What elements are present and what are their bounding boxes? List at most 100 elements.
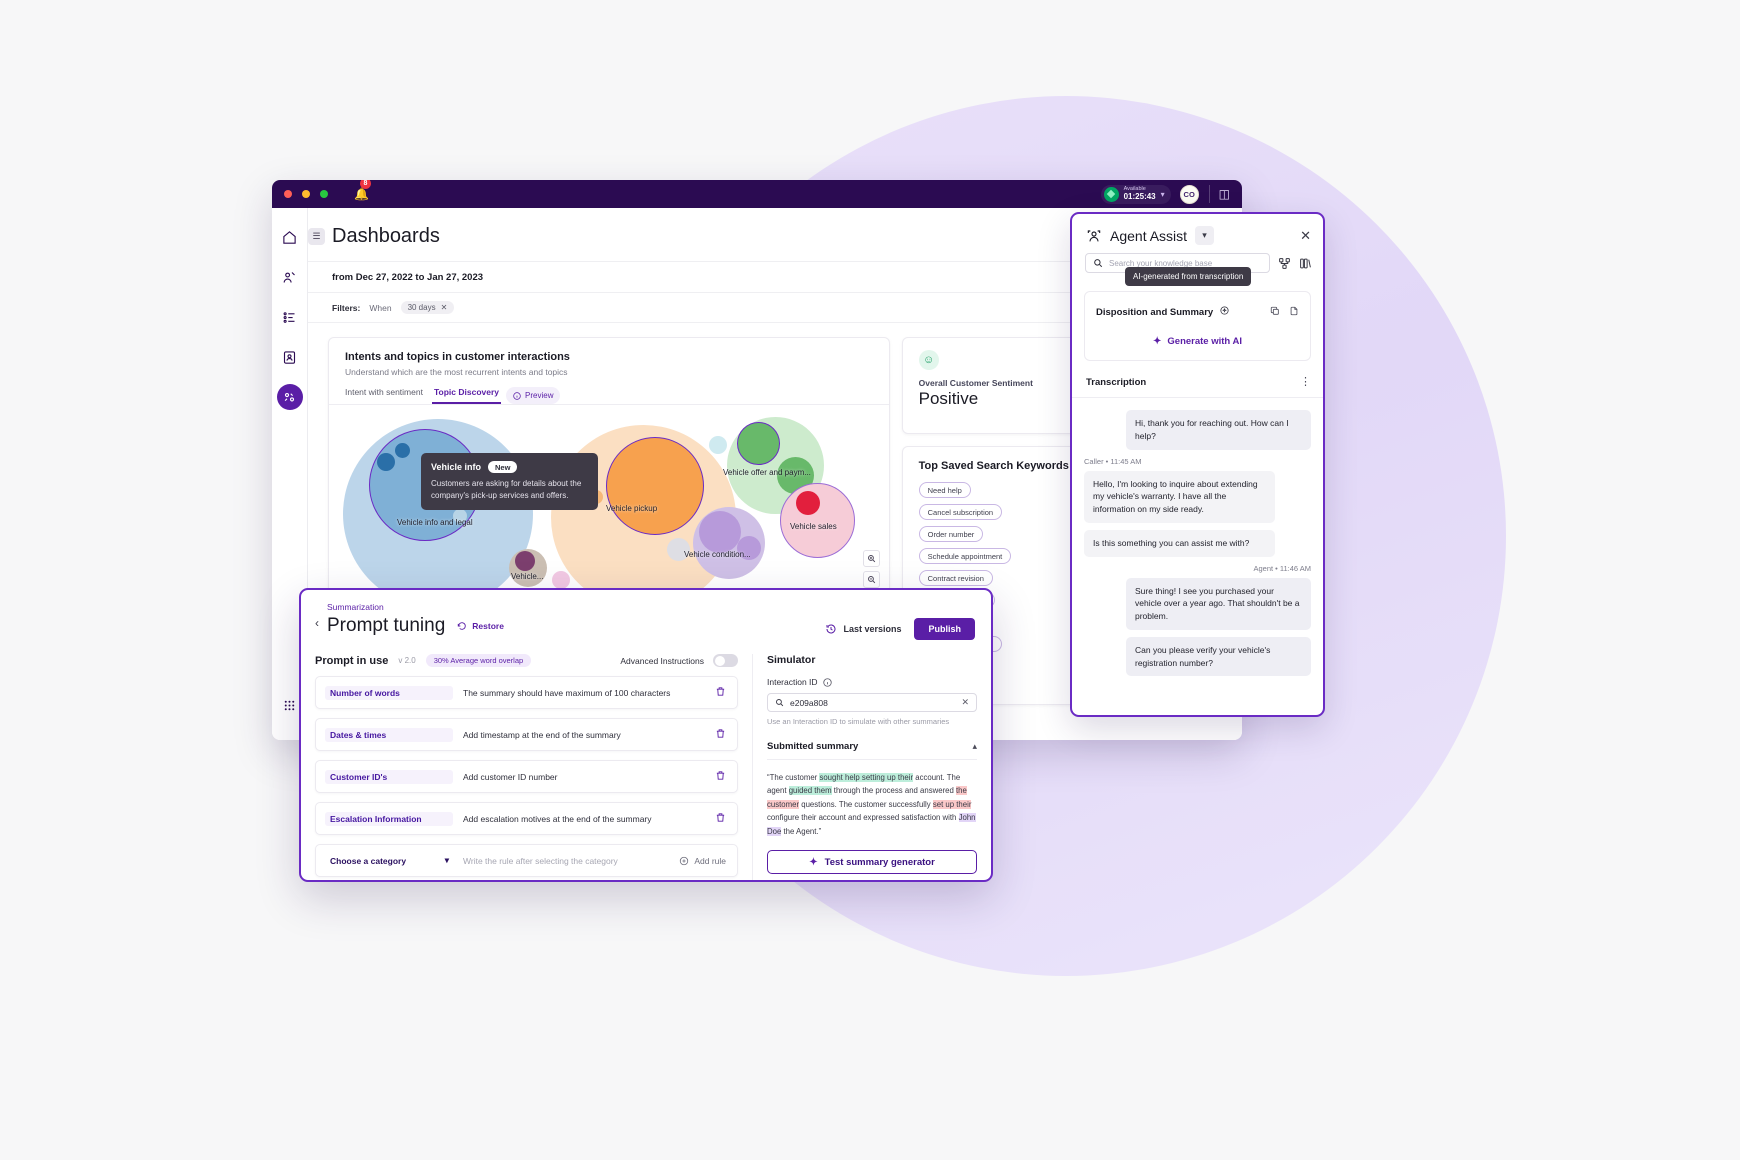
ai-sparkle-icon[interactable] [1219,303,1230,321]
close-icon[interactable]: ✕ [441,303,448,312]
window-minimize-dot[interactable] [302,190,310,198]
sparkle-icon: ✦ [809,856,818,868]
interaction-id-label: Interaction ID [767,677,818,687]
analytics-icon [284,392,295,401]
keyword-chip[interactable]: Contract revision [918,570,993,586]
avatar[interactable]: CO [1179,184,1199,204]
keyword-chip[interactable]: Need help [918,482,971,498]
generate-with-ai-button[interactable]: ✦ Generate with AI [1096,336,1299,347]
smiley-icon: ☺ [918,350,939,370]
keyword-chip[interactable]: Order number [918,526,984,542]
restore-button[interactable]: Restore [457,621,504,631]
active-filters-left: Filters: When 30 days ✕ [332,301,455,314]
interaction-id-input[interactable]: e209a808 ✕ [767,693,977,712]
delete-rule-icon[interactable] [715,812,726,826]
copy-glyph [1270,306,1279,315]
tab-intent-with-sentiment[interactable]: Intent with sentiment [345,387,434,404]
prompt-rule-row[interactable]: Escalation Information Add escalation mot… [315,802,738,835]
restore-icon [458,622,467,630]
bubble-green-small-2[interactable] [709,436,727,454]
delete-rule-icon[interactable] [715,728,726,742]
bubble-blue-small-1[interactable] [377,453,395,471]
delete-rule-icon[interactable] [715,770,726,784]
zoom-out-icon [867,576,875,584]
preview-badge: Preview [506,387,561,404]
delete-rule-icon[interactable] [715,686,726,700]
prompt-rules-list: Number of words The summary should have m… [315,676,738,835]
rule-row-new[interactable]: Choose a category ▾ Write the rule after… [315,844,738,877]
prompt-tuning-modal: ‹ Summarization Prompt tuning Restore La… [299,588,993,882]
prompt-rule-row[interactable]: Number of words The summary should have m… [315,676,738,709]
clear-input-icon[interactable]: ✕ [961,697,969,708]
sidebar-item-home[interactable] [277,224,303,250]
choose-category-select[interactable]: Choose a category ▾ [325,853,453,868]
tab-topic-discovery[interactable]: Topic Discovery [431,387,510,404]
word-overlap-badge: 30% Average word overlap [425,654,532,667]
test-summary-generator-button[interactable]: ✦ Test summary generator [767,850,977,875]
chevron-down-icon[interactable]: ▾ [1161,190,1165,199]
sidebar-item-analytics[interactable] [276,384,303,410]
bubble-blue-small-2[interactable] [395,443,410,458]
share-node-icon[interactable] [1278,257,1291,270]
bubble-vehicle-offer-payment[interactable] [737,422,780,465]
info-icon[interactable] [822,677,832,687]
info-icon [513,391,521,400]
summary-text: configure their account and expressed sa… [767,813,959,823]
nav-collapse-handle[interactable]: ☰ [308,228,325,245]
notifications-button[interactable]: 🔔 8 [354,180,371,203]
advanced-instructions-toggle[interactable] [713,654,738,667]
chevron-up-icon[interactable]: ▴ [972,741,977,752]
add-rule-button[interactable]: Add rule [679,856,726,866]
bubble-purple-small-1[interactable] [699,511,741,553]
bubble-vehicle-sales[interactable] [780,483,855,558]
sidebar-item-contacts[interactable] [277,344,303,370]
bubble-misc-small-1[interactable] [515,551,535,571]
bubble-pink-small-1[interactable] [796,491,820,515]
side-panel-toggle-icon[interactable]: ◫ [1219,187,1230,201]
home-icon [283,230,296,244]
close-icon[interactable]: ✕ [1300,228,1311,244]
test-summary-generator-label: Test summary generator [824,856,935,868]
publish-button[interactable]: Publish [914,618,975,640]
prompt-modal-title-block: Summarization Prompt tuning Restore [327,602,504,637]
last-versions-button[interactable]: Last versions [825,623,901,635]
date-range-text: from Dec 27, 2022 to Jan 27, 2023 [332,271,484,283]
window-close-dot[interactable] [284,190,292,198]
bubble-misc-small-2[interactable] [552,571,570,589]
rule-text[interactable]: Add timestamp at the end of the summary [463,730,715,740]
document-icon[interactable] [1289,306,1299,319]
prompt-modal-title-row: Prompt tuning Restore [327,615,504,637]
chevron-down-icon[interactable]: ▾ [1195,226,1215,245]
submitted-summary-header[interactable]: Submitted summary ▴ [767,741,977,760]
prompt-rules-pane: Prompt in use v 2.0 30% Average word ove… [301,654,753,880]
filter-chip-30-days[interactable]: 30 days ✕ [400,301,455,314]
zoom-in-button[interactable] [862,550,880,567]
rule-text[interactable]: Add customer ID number [463,772,715,782]
magic-wand-icon [1220,306,1229,315]
titlebar-right-group: Available 01:25:43 ▾ CO ◫ [1100,180,1242,208]
bubble-chart[interactable]: Vehicle info and legal Vehicle pickup Ve… [329,405,889,615]
new-rule-input[interactable]: Write the rule after selecting the categ… [463,856,679,866]
back-button[interactable]: ‹ [311,602,327,630]
status-timer: 01:25:43 [1123,191,1156,201]
rule-text[interactable]: The summary should have maximum of 100 c… [463,688,715,698]
bubble-tooltip-badge: New [488,461,518,473]
sidebar-item-queues[interactable] [277,304,303,330]
keyword-chip[interactable]: Schedule appointment [918,548,1012,564]
more-options-icon[interactable]: ⋮ [1300,377,1311,387]
rule-text[interactable]: Add escalation motives at the end of the… [463,814,715,824]
keyword-chip[interactable]: Cancel subscription [918,504,1003,520]
interaction-id-label-row: Interaction ID [767,677,977,687]
window-maximize-dot[interactable] [320,190,328,198]
chat-message: Hi, thank you for reaching out. How can … [1126,410,1311,450]
prompt-rule-row[interactable]: Customer ID's Add customer ID number [315,760,738,793]
bubble-vehicle-pickup[interactable] [606,437,704,535]
sidebar-item-agents[interactable] [277,264,303,290]
copy-icon[interactable] [1270,306,1280,319]
books-icon [1300,258,1311,268]
agent-status-pill[interactable]: Available 01:25:43 ▾ [1100,184,1171,204]
library-icon[interactable] [1299,257,1312,270]
breadcrumb[interactable]: Summarization [327,602,504,612]
zoom-out-button[interactable] [862,571,880,588]
prompt-rule-row[interactable]: Dates & times Add timestamp at the end of… [315,718,738,751]
